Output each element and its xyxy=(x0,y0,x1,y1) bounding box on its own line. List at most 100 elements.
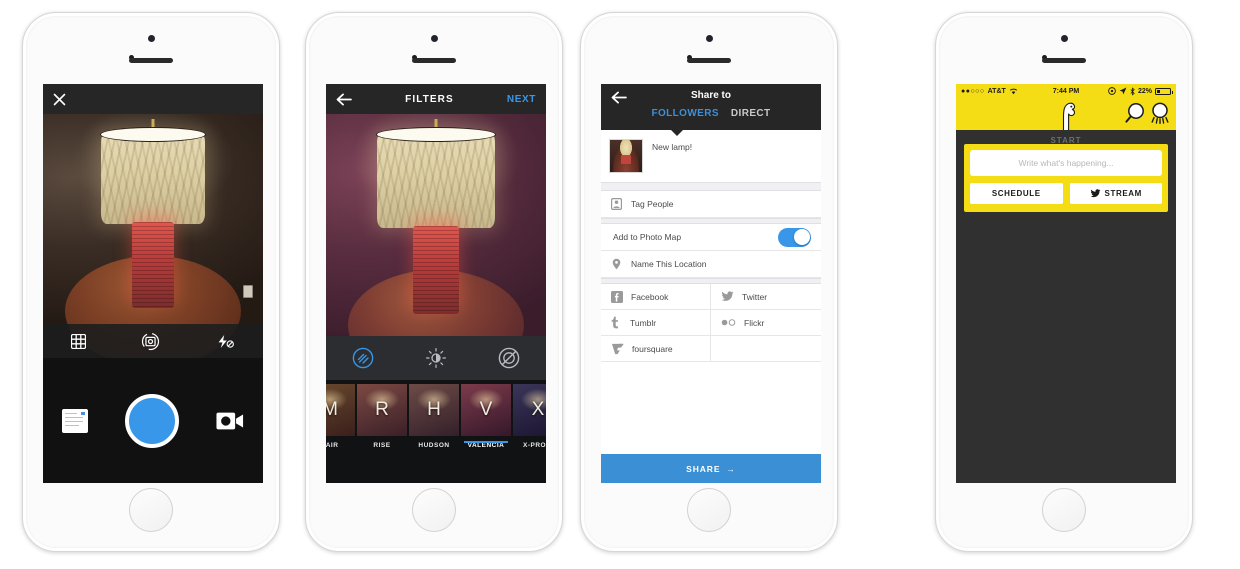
flickr-label: Flickr xyxy=(744,317,765,328)
twitter-label: Twitter xyxy=(742,291,768,302)
home-button[interactable] xyxy=(412,488,456,532)
filter-label: VALENCIA xyxy=(467,442,505,449)
status-time: 7:44 PM xyxy=(1052,87,1080,95)
section-divider xyxy=(601,182,821,191)
facebook-icon xyxy=(611,290,623,303)
foursquare-label: foursquare xyxy=(632,343,673,354)
front-camera-icon xyxy=(430,35,438,42)
earpiece-speaker xyxy=(129,58,173,63)
twitter-icon xyxy=(721,291,734,302)
brightness-icon[interactable] xyxy=(425,347,447,369)
lamp-shade xyxy=(100,127,206,224)
filter-cell-hudson[interactable]: H HUDSON xyxy=(408,380,460,449)
next-button[interactable]: NEXT xyxy=(507,94,536,105)
grid-icon[interactable] xyxy=(70,333,86,349)
lamp-shade xyxy=(376,127,496,228)
home-button[interactable] xyxy=(1042,488,1086,532)
home-button[interactable] xyxy=(687,488,731,532)
front-camera-icon xyxy=(1060,35,1068,42)
flickr-icon xyxy=(721,319,736,326)
share-button-label: SHARE xyxy=(686,463,721,474)
video-camera-icon[interactable] xyxy=(216,411,244,431)
photo-map-toggle[interactable] xyxy=(778,227,811,247)
search-icon[interactable] xyxy=(1125,102,1145,124)
schedule-button[interactable]: SCHEDULE xyxy=(970,183,1063,204)
filter-cell-fair[interactable]: M FAIR xyxy=(326,380,356,449)
tab-followers[interactable]: FOLLOWERS xyxy=(651,108,718,119)
meerkat-logo-icon xyxy=(1054,100,1078,132)
row-photo-map[interactable]: Add to Photo Map xyxy=(601,224,821,251)
stream-text-input[interactable]: Write what's happening... xyxy=(970,150,1162,176)
meerkat-header-icons xyxy=(1125,102,1170,124)
filters-topbar: FILTERS NEXT xyxy=(326,84,546,114)
ios-status-bar: ●●○○○ AT&T 7:44 PM 22% xyxy=(956,84,1176,98)
row-tag-people[interactable]: Tag People xyxy=(601,191,821,218)
twitter-bird-icon xyxy=(1090,189,1101,198)
filter-thumbnail: H xyxy=(409,384,459,436)
gallery-thumbnail[interactable] xyxy=(61,408,88,433)
phone-1-screen xyxy=(43,84,263,483)
shutter-button[interactable] xyxy=(124,393,179,448)
front-camera-icon xyxy=(705,35,713,42)
earpiece-speaker xyxy=(412,58,456,63)
tag-people-label: Tag People xyxy=(631,199,674,209)
filter-thumbnail: V xyxy=(461,384,511,436)
phone-1-frame xyxy=(22,12,280,552)
share-title: Share to xyxy=(690,90,731,101)
phone-2-screen: FILTERS NEXT M AIR R RISE H HUDSON V VAL… xyxy=(326,84,546,483)
social-facebook[interactable]: Facebook xyxy=(601,284,711,310)
wall-outlet xyxy=(243,285,253,298)
share-tabs: FOLLOWERS DIRECT xyxy=(601,108,821,119)
lamp-base xyxy=(413,226,459,314)
social-tumblr[interactable]: Tumblr xyxy=(601,310,711,336)
arrow-left-icon[interactable] xyxy=(336,93,352,106)
schedule-button-label: SCHEDULE xyxy=(991,189,1041,198)
camera-shutter-bar xyxy=(43,358,263,483)
stream-button[interactable]: STREAM xyxy=(1069,183,1162,204)
filter-label: RISE xyxy=(373,442,391,449)
stream-button-label: STREAM xyxy=(1104,189,1142,198)
flash-off-icon[interactable] xyxy=(216,334,235,349)
filter-icon[interactable] xyxy=(352,347,374,369)
camera-preview xyxy=(43,114,263,366)
filter-cell-valencia[interactable]: V VALENCIA xyxy=(460,380,512,449)
filter-strip[interactable]: M FAIR R RISE H HUDSON V VALENCIA X X-PRO II xyxy=(326,380,546,483)
phone-3-screen: Share to FOLLOWERS DIRECT New lamp! Tag … xyxy=(601,84,821,483)
people-icon[interactable] xyxy=(1150,102,1170,124)
lamp-base xyxy=(132,222,174,308)
filtered-photo-preview xyxy=(326,114,546,380)
front-camera-icon xyxy=(147,35,155,42)
close-icon[interactable] xyxy=(53,93,66,106)
camera-rotate-icon[interactable] xyxy=(141,332,160,351)
caption-text[interactable]: New lamp! xyxy=(643,139,692,152)
share-button[interactable]: SHARE → xyxy=(601,454,821,483)
stream-input-placeholder: Write what's happening... xyxy=(1018,158,1114,168)
social-flickr[interactable]: Flickr xyxy=(711,310,821,336)
photo-map-label: Add to Photo Map xyxy=(613,232,682,242)
share-topbar: Share to FOLLOWERS DIRECT xyxy=(601,84,821,130)
share-body: New lamp! Tag People Add to Photo Map Na… xyxy=(601,130,821,454)
filter-thumbnail: X xyxy=(513,384,546,436)
foursquare-icon xyxy=(611,343,624,355)
blur-icon[interactable] xyxy=(498,347,520,369)
meerkat-feed-area xyxy=(956,212,1176,483)
composer-buttons: SCHEDULE STREAM xyxy=(970,183,1162,204)
home-button[interactable] xyxy=(129,488,173,532)
social-foursquare[interactable]: foursquare xyxy=(601,336,711,362)
meerkat-composer-panel: Write what's happening... SCHEDULE STREA… xyxy=(964,144,1168,212)
filter-cell-x-pro-ii[interactable]: X X-PRO II xyxy=(512,380,546,449)
photo-thumbnail xyxy=(609,139,643,173)
facebook-label: Facebook xyxy=(631,291,669,302)
row-name-location[interactable]: Name This Location xyxy=(601,251,821,278)
earpiece-speaker xyxy=(1042,58,1086,63)
filter-cell-rise[interactable]: R RISE xyxy=(356,380,408,449)
meerkat-header xyxy=(956,98,1176,132)
tag-people-icon xyxy=(611,198,622,210)
tab-caret xyxy=(671,130,683,136)
filter-thumbnail: M xyxy=(326,384,355,436)
filter-tools-bar xyxy=(326,336,546,386)
phone-3-frame: Share to FOLLOWERS DIRECT New lamp! Tag … xyxy=(580,12,838,552)
social-twitter[interactable]: Twitter xyxy=(711,284,821,310)
caption-row[interactable]: New lamp! xyxy=(601,130,821,182)
tab-direct[interactable]: DIRECT xyxy=(731,108,771,119)
